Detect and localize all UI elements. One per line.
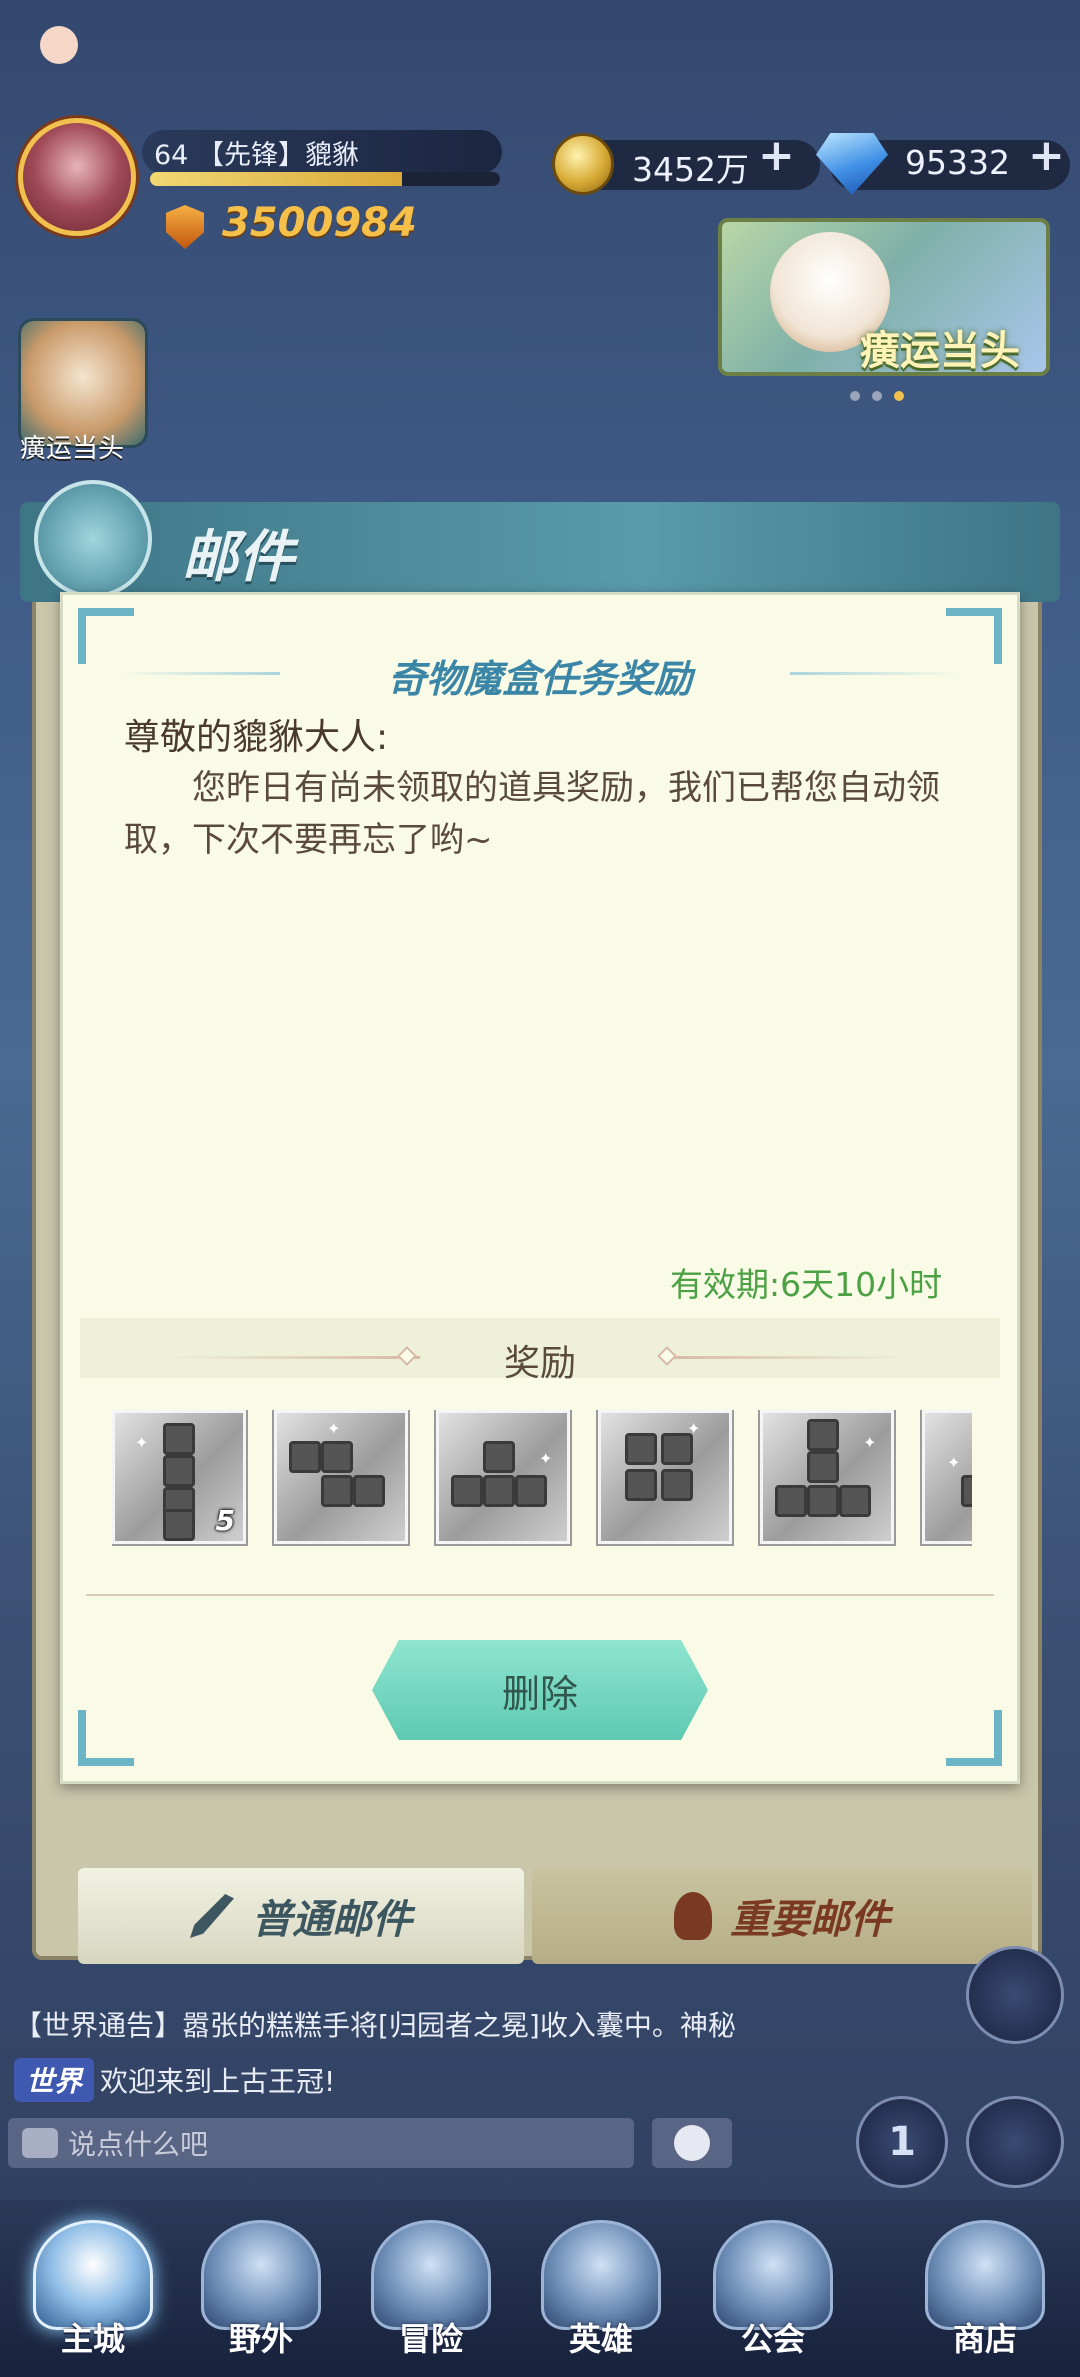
sparkle-icon: ✦ xyxy=(327,1419,341,1438)
block-t-piece-icon xyxy=(483,1441,515,1473)
nav-label: 野外 xyxy=(228,2320,293,2358)
block-l-piece-icon xyxy=(807,1419,839,1451)
block-partial-piece-icon xyxy=(961,1475,972,1507)
validity-text: 有效期:6天10小时 xyxy=(670,1265,943,1304)
sparkle-icon: ✦ xyxy=(135,1433,149,1452)
tab-normal-mail[interactable]: 普通邮件 xyxy=(78,1868,524,1964)
reward-item[interactable]: ✦ xyxy=(760,1410,894,1544)
mail-header xyxy=(20,502,1060,602)
sparkle-icon: ✦ xyxy=(863,1433,877,1452)
quill-icon xyxy=(190,1894,234,1938)
banner-pager xyxy=(850,386,916,405)
block-z-piece-icon xyxy=(289,1441,321,1473)
reward-items[interactable]: ✦ 5 ✦ ✦ ✦ ✦ ✦ xyxy=(112,1410,972,1548)
bag-button[interactable] xyxy=(966,2096,1064,2188)
event-banner-label: 癀运当头 xyxy=(860,328,1020,374)
add-coins-button[interactable]: + xyxy=(758,130,795,181)
power-shield-icon xyxy=(166,205,204,249)
world-channel-tag: 世界 xyxy=(14,2058,95,2102)
nav-label: 冒险 xyxy=(398,2320,463,2358)
nav-label: 主城 xyxy=(60,2320,125,2358)
friends-button[interactable] xyxy=(966,1946,1064,2044)
rank-button[interactable]: 1 xyxy=(856,2096,948,2188)
player-level-name: 64 【先锋】貔貅 xyxy=(154,140,359,171)
sparkle-icon: ✦ xyxy=(687,1419,701,1438)
chat-world-message: 世界 欢迎来到上古王冠! xyxy=(14,2058,335,2102)
block-square-piece-icon xyxy=(625,1433,657,1465)
emoji-button[interactable] xyxy=(652,2118,732,2168)
chat-world-announcement: 【世界通告】嚣张的糕糕手将[归园者之冕]收入囊中。神秘 xyxy=(14,2009,736,2042)
sparkle-icon: ✦ xyxy=(947,1453,961,1472)
nav-guild[interactable]: 公会 xyxy=(708,2220,838,2360)
pager-dot xyxy=(850,391,860,401)
nav-label: 公会 xyxy=(740,2320,805,2358)
nav-label: 商店 xyxy=(952,2320,1017,2358)
nav-main-city[interactable]: 主城 xyxy=(28,2220,158,2360)
reward-item[interactable]: ✦ xyxy=(274,1410,408,1544)
tab-important-mail[interactable]: 重要邮件 xyxy=(532,1868,1032,1964)
tab-important-label: 重要邮件 xyxy=(730,1897,890,1943)
pager-dot-active xyxy=(894,391,904,401)
coin-icon xyxy=(552,133,614,195)
corner-ornament xyxy=(946,1710,1002,1766)
tab-normal-label: 普通邮件 xyxy=(252,1897,412,1943)
nav-adventure[interactable]: 冒险 xyxy=(366,2220,496,2360)
player-avatar[interactable] xyxy=(18,118,136,236)
reward-item[interactable]: ✦ xyxy=(436,1410,570,1544)
pager-dot xyxy=(872,391,882,401)
emoji-icon xyxy=(674,2125,710,2161)
delete-button[interactable]: 删除 xyxy=(372,1640,708,1740)
reward-item[interactable]: ✦ xyxy=(598,1410,732,1544)
reward-item[interactable]: ✦ xyxy=(922,1410,972,1544)
coin-value: 3452万 xyxy=(632,150,749,189)
envelope-icon xyxy=(34,480,152,598)
chat-input[interactable]: 说点什么吧 xyxy=(8,2118,634,2168)
power-value: 3500984 xyxy=(222,200,417,246)
mail-panel-title: 邮件 xyxy=(182,525,294,590)
gem-value: 95332 xyxy=(905,143,1010,182)
exp-bar xyxy=(150,172,500,186)
block-i-piece-icon xyxy=(163,1423,195,1455)
letter-greeting: 尊敬的貔貅大人: xyxy=(124,717,389,758)
nav-shop[interactable]: 商店 xyxy=(920,2220,1050,2360)
chat-message-text: 欢迎来到上古王冠! xyxy=(100,2065,336,2098)
nav-hero[interactable]: 英雄 xyxy=(536,2220,666,2360)
corner-ornament xyxy=(78,1710,134,1766)
nav-label: 英雄 xyxy=(568,2320,633,2358)
reward-item[interactable]: ✦ 5 xyxy=(112,1410,246,1544)
sparkle-icon: ✦ xyxy=(539,1449,553,1468)
nav-field[interactable]: 野外 xyxy=(196,2220,326,2360)
avatar-face-icon xyxy=(40,26,78,64)
letter-title: 奇物魔盒任务奖励 xyxy=(387,657,692,701)
chat-bubble-icon xyxy=(22,2128,58,2158)
add-gems-button[interactable]: + xyxy=(1028,130,1065,181)
reward-title: 奖励 xyxy=(503,1343,576,1384)
item-count: 5 xyxy=(215,1504,235,1537)
left-event-label: 癀运当头 xyxy=(20,434,125,464)
letter-body: 您昨日有尚未领取的道具奖励，我们已帮您自动领取，下次不要再忘了哟~ xyxy=(124,768,940,860)
exp-bar-fill xyxy=(150,172,402,186)
bulb-icon xyxy=(674,1892,712,1940)
letter-divider xyxy=(86,1594,994,1596)
